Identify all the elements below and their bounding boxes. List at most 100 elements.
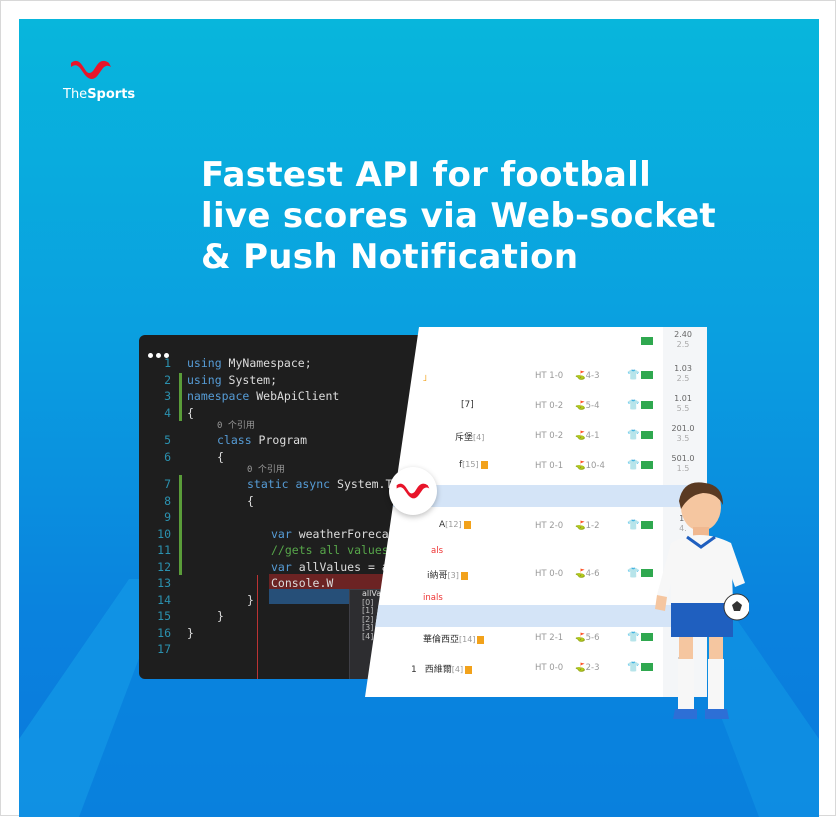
team-rank: [4] <box>451 665 464 674</box>
code-text: var allValues = awa <box>271 559 403 576</box>
odds-bottom: 2.5 <box>676 374 690 383</box>
football-player-illustration <box>655 482 749 719</box>
match-row[interactable]: 」 HT 1-0 ⛳4-3 👕 1.03 2.5 <box>365 361 707 391</box>
team-rank: [12] <box>445 520 462 529</box>
code-keyword: class <box>217 433 252 447</box>
halftime-score: HT 0-2 <box>535 401 564 411</box>
odds-bottom: 3.5 <box>676 434 690 443</box>
odds-bottom: 5.5 <box>676 404 690 413</box>
shirt-icon: 👕 <box>627 400 640 411</box>
line-number: 15 <box>157 609 171 623</box>
odds-cell: 1.01 5.5 <box>669 394 697 414</box>
code-text: namespace WebApiClient <box>187 388 339 405</box>
team-name: 」 <box>423 373 433 383</box>
odds-cell: 1.03 2.5 <box>669 364 697 384</box>
corner-icon: ⛳ <box>575 663 586 673</box>
corner-value: 4-6 <box>585 569 600 579</box>
frame: TheSports Fastest API for football live … <box>0 0 836 817</box>
rank-badge <box>480 460 488 469</box>
headline-line-1: Fastest API for football <box>201 155 652 195</box>
team-rank: [14] <box>459 635 476 644</box>
code-text: using MyNamespace; <box>187 355 312 372</box>
corner-value: 10-4 <box>585 461 605 471</box>
rank-badge <box>477 635 485 644</box>
code-text: } <box>187 625 194 640</box>
rank-badge <box>460 571 468 580</box>
match-index: 1 <box>411 665 417 675</box>
headline-line-3: & Push Notification <box>201 237 579 277</box>
corner-value: 2-3 <box>585 663 600 673</box>
code-token: System; <box>221 372 278 387</box>
odds-cell: 2.40 2.5 <box>669 330 697 350</box>
corner-value: 5-4 <box>585 401 600 411</box>
odds-top: 501.0 <box>671 454 695 463</box>
flag-icon <box>641 401 653 409</box>
line-number: 16 <box>157 625 171 640</box>
logo-text-prefix: The <box>63 87 88 102</box>
team-name: 斥堡 <box>455 433 474 443</box>
flag-icon <box>641 337 653 345</box>
halftime-score: HT 1-0 <box>535 371 564 381</box>
line-number: 1 <box>164 356 171 370</box>
competition-label: als <box>431 546 443 556</box>
line-number: 4 <box>164 405 171 420</box>
halftime-score: HT 0-1 <box>535 461 564 471</box>
shirt-icon: 👕 <box>627 568 640 579</box>
line-number: 9 <box>164 510 171 524</box>
team-name: [7] <box>461 400 474 410</box>
corner-value: 4-1 <box>585 431 600 441</box>
code-text: class Program <box>217 432 307 449</box>
line-number: 5 <box>164 433 171 447</box>
corner-count: ⛳4-3 <box>575 371 599 381</box>
odds-cell: 501.0 1.5 <box>669 454 697 474</box>
line-number: 2 <box>164 372 171 387</box>
corner-value: 4-3 <box>585 371 600 381</box>
corner-count: ⛳4-6 <box>575 569 599 579</box>
code-keyword: namespace <box>187 389 250 403</box>
line-number: 11 <box>157 543 171 557</box>
code-text: using System; <box>187 372 277 389</box>
code-keyword: var <box>271 559 292 574</box>
line-number: 6 <box>164 449 171 464</box>
logo-bubble <box>389 467 437 515</box>
shirt-icon: 👕 <box>627 370 640 381</box>
odds-bottom: 2.5 <box>676 340 690 349</box>
shirt-icon: 👕 <box>627 430 640 441</box>
odds-cell: 201.0 3.5 <box>669 424 697 444</box>
code-comment: //gets all values f <box>271 543 403 557</box>
code-token: WebApiClient <box>249 389 340 403</box>
code-token: MyNamespace; <box>221 356 312 370</box>
odds-top: 1.03 <box>674 364 692 373</box>
logo-text: TheSports <box>63 87 135 102</box>
code-keyword: using <box>187 372 222 387</box>
halftime-score: HT 0-0 <box>535 663 564 673</box>
corner-count: ⛳2-3 <box>575 663 599 673</box>
odds-top: 1.01 <box>674 394 692 403</box>
logo-text-bold: Sports <box>87 87 136 102</box>
team-name: ⅰ納哥 <box>427 571 448 581</box>
code-text: { <box>247 493 254 508</box>
flag-icon <box>641 461 653 469</box>
line-number: 17 <box>157 642 171 656</box>
match-row[interactable]: 斥堡[4] HT 0-2 ⛳4-1 👕 201.0 3.5 <box>365 421 707 451</box>
corner-icon: ⛳ <box>575 633 586 643</box>
halftime-score: HT 2-1 <box>535 633 564 643</box>
rank-badge <box>465 665 473 674</box>
flag-icon <box>641 371 653 379</box>
line-number: 7 <box>164 477 171 491</box>
line-number: 10 <box>157 526 171 541</box>
reference-hint: 0 个引用 <box>247 465 285 475</box>
line-number: 14 <box>157 592 171 607</box>
halftime-score: HT 0-2 <box>535 431 564 441</box>
halftime-score: HT 2-0 <box>535 521 564 531</box>
code-text: static async System.Th <box>247 476 399 493</box>
odds-top: 201.0 <box>671 424 695 433</box>
corner-count: ⛳5-4 <box>575 401 599 411</box>
code-keyword: var <box>271 526 292 541</box>
code-text: Console.W <box>271 576 334 590</box>
corner-icon: ⛳ <box>575 569 586 579</box>
shirt-icon: 👕 <box>627 632 640 643</box>
odds-top: 2.40 <box>674 330 692 339</box>
match-row[interactable]: [7] HT 0-2 ⛳5-4 👕 1.01 5.5 <box>365 391 707 421</box>
thesports-logo-icon <box>396 483 430 499</box>
